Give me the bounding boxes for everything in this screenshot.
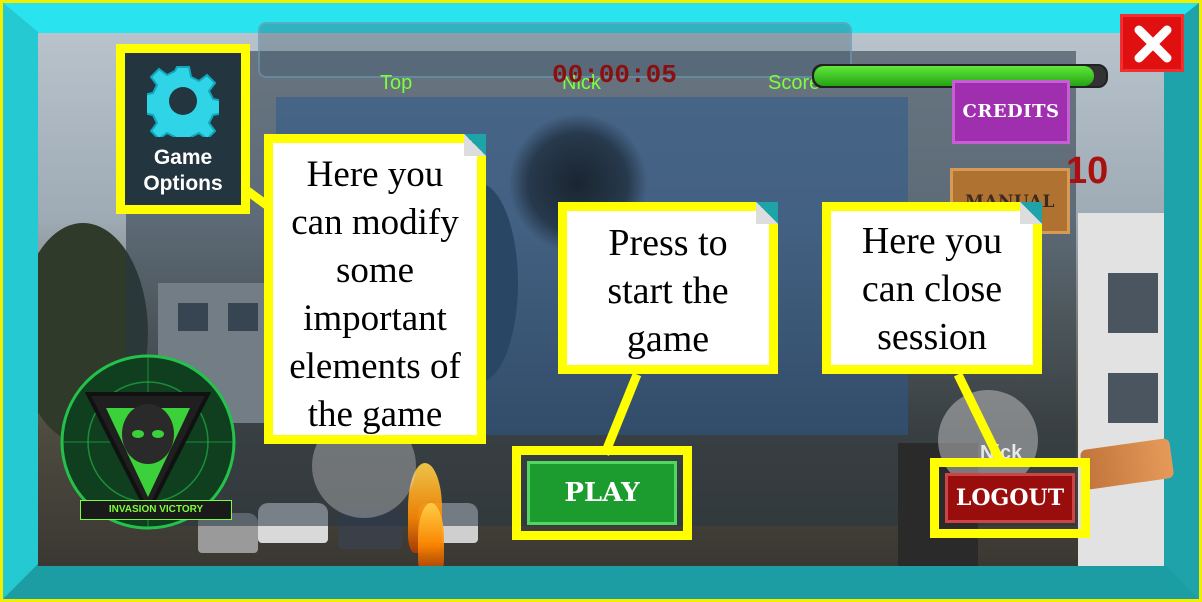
game-timer: 00:00:05 [552,60,677,90]
play-button[interactable]: PLAY [527,461,677,525]
building-window [1108,373,1158,423]
close-icon [1134,25,1172,63]
score-value: 10 [1066,150,1109,192]
gear-icon [147,66,219,137]
game-options-label: Game Options [143,146,223,195]
credits-button[interactable]: CREDITS [952,80,1070,144]
logout-button[interactable]: LOGOUT [945,473,1075,523]
hud-top-label: Top [380,72,413,94]
game-options-callout: Here you can modify some important eleme… [264,134,486,444]
frame-bevel-right [1161,3,1199,599]
close-button[interactable] [1120,14,1184,72]
logout-highlight: LOGOUT [930,458,1090,538]
fire-effect [418,503,444,566]
play-highlight: PLAY [512,446,692,540]
play-callout: Press to start the game [558,202,778,374]
frame-bevel-left [3,3,39,599]
game-options-button[interactable]: Game Options [116,44,250,214]
building-window [1108,273,1158,333]
frame-bevel-bottom [3,563,1199,599]
logout-callout: Here you can close session [822,202,1042,374]
logo-text: INVASION VICTORY [80,500,232,520]
